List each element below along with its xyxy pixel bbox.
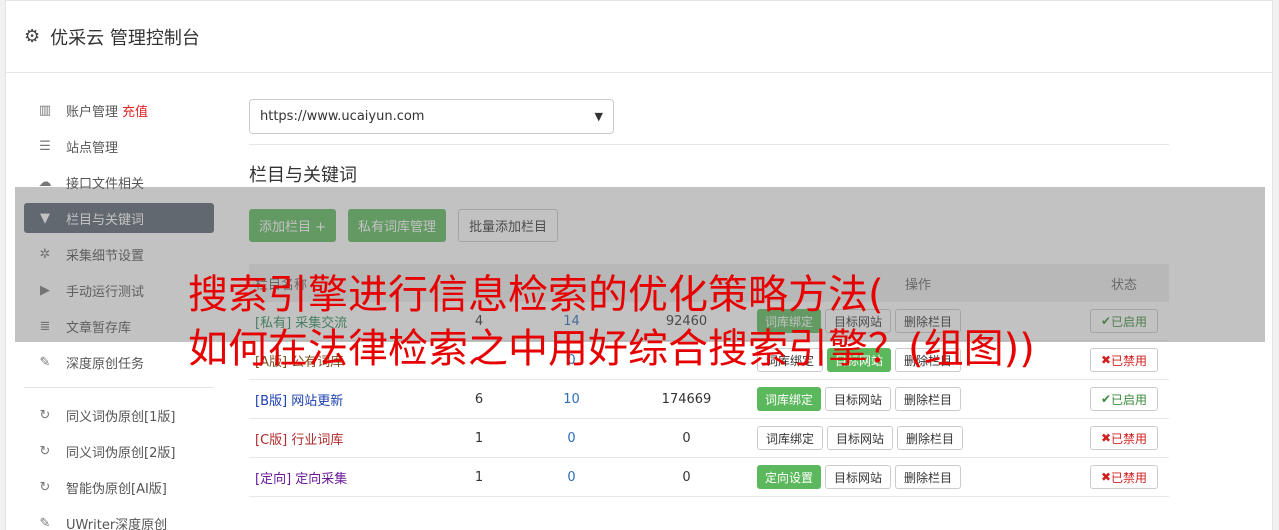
status-cell: ✖ 已禁用 [1079, 465, 1169, 489]
bind-lexicon-button[interactable]: 词库绑定 [757, 426, 824, 450]
gear-icon: ⚙ [24, 26, 41, 47]
column-tag: [定向] [255, 471, 292, 487]
server-icon: ☰ [39, 138, 51, 154]
sidebar-item-sites[interactable]: ☰ 站点管理 [24, 131, 214, 161]
status-toggle[interactable]: ✔ 已启用 [1089, 387, 1159, 411]
row-actions: 词库绑定 目标网站 删除栏目 [749, 426, 1079, 450]
column-tag: [C版] [255, 432, 288, 448]
sidebar-item-account[interactable]: ▥ 账户管理 充值 [24, 95, 214, 125]
overlay-line-1: 搜索引擎进行信息检索的优化策略方法( [188, 272, 884, 318]
chevron-down-icon: ▼ [594, 110, 603, 123]
column-name[interactable]: [定向] 定向采集 [249, 468, 439, 487]
divider [249, 144, 1169, 145]
cell-b[interactable]: 10 [519, 392, 624, 407]
edit-icon: ✎ [39, 515, 51, 530]
column-tag: [B版] [255, 393, 288, 409]
row-actions: 定向设置 目标网站 删除栏目 [749, 465, 1079, 489]
table-row: [B版] 网站更新 6 10 174669 词库绑定 目标网站 删除栏目 ✔ 已… [249, 380, 1169, 419]
delete-column-button[interactable]: 删除栏目 [895, 465, 962, 489]
status-toggle[interactable]: ✖ 已禁用 [1089, 465, 1159, 489]
cell-c: 0 [682, 430, 691, 446]
sidebar-item-label: 深度原创任务 [66, 356, 145, 372]
sidebar-item-label: 同义词伪原创[2版] [66, 445, 176, 461]
status-label: 已禁用 [1111, 470, 1148, 485]
sidebar-item-label: UWriter深度原创 [66, 517, 168, 530]
refresh-icon: ↻ [39, 479, 51, 495]
sidebar-item-uwriter[interactable]: ✎ UWriter深度原创 [24, 508, 214, 530]
column-title: 定向采集 [295, 471, 348, 487]
sidebar-item-synonym-v1[interactable]: ↻ 同义词伪原创[1版] [24, 400, 214, 430]
status-cell: ✖ 已禁用 [1079, 426, 1169, 450]
table-row: [定向] 定向采集 1 0 0 定向设置 目标网站 删除栏目 ✖ 已禁用 [249, 458, 1169, 497]
bind-lexicon-button[interactable]: 词库绑定 [757, 387, 822, 411]
bar-chart-icon: ▥ [38, 102, 52, 118]
sidebar-item-deep-original[interactable]: ✎ 深度原创任务 [24, 347, 214, 377]
header: ⚙ 优采云 管理控制台 [6, 1, 1272, 73]
delete-column-button[interactable]: 删除栏目 [897, 426, 964, 450]
sidebar-item-ai-rewrite[interactable]: ↻ 智能伪原创[AI版] [24, 472, 214, 502]
row-actions: 词库绑定 目标网站 删除栏目 [749, 387, 1079, 411]
sidebar-item-synonym-v2[interactable]: ↻ 同义词伪原创[2版] [24, 436, 214, 466]
column-title: 网站更新 [291, 393, 344, 409]
target-site-button[interactable]: 目标网站 [827, 426, 894, 450]
target-site-button[interactable]: 目标网站 [825, 465, 892, 489]
refresh-icon: ↻ [39, 407, 51, 423]
site-select[interactable]: https://www.ucaiyun.com ▼ [249, 99, 614, 134]
table-row: [C版] 行业词库 1 0 0 词库绑定 目标网站 删除栏目 ✖ 已禁用 [249, 419, 1169, 458]
status-toggle[interactable]: ✖ 已禁用 [1089, 426, 1159, 450]
directed-settings-button[interactable]: 定向设置 [757, 465, 822, 489]
refresh-icon: ↻ [39, 443, 51, 459]
cell-b[interactable]: 0 [519, 470, 624, 485]
overlay-line-2: 如何在法律检索之中用好综合搜索引擎？(组图)) [188, 326, 1035, 372]
section-title: 栏目与关键词 [249, 165, 357, 186]
cell-c: 0 [682, 469, 691, 485]
site-select-value: https://www.ucaiyun.com [260, 109, 425, 124]
edit-icon: ✎ [39, 354, 51, 370]
recharge-link[interactable]: 充值 [122, 101, 148, 120]
cell-c: 174669 [661, 391, 712, 407]
sidebar-divider [24, 387, 214, 388]
cell-a: 1 [474, 430, 484, 446]
cell-b[interactable]: 0 [519, 431, 624, 446]
target-site-button[interactable]: 目标网站 [825, 387, 892, 411]
status-cell: ✔ 已启用 [1079, 387, 1169, 411]
sidebar-item-label: 站点管理 [66, 140, 119, 156]
status-label: 已启用 [1111, 392, 1148, 407]
overlay-headline: 搜索引擎进行信息检索的优化策略方法( 如何在法律检索之中用好综合搜索引擎？(组图… [188, 268, 1188, 376]
column-name[interactable]: [B版] 网站更新 [249, 390, 439, 409]
sidebar-item-label: 账户管理 [66, 104, 119, 120]
cell-a: 6 [474, 391, 484, 407]
delete-column-button[interactable]: 删除栏目 [895, 387, 962, 411]
cell-a: 1 [474, 469, 484, 485]
column-name[interactable]: [C版] 行业词库 [249, 429, 439, 448]
sidebar-item-label: 同义词伪原创[1版] [66, 409, 176, 425]
status-label: 已禁用 [1111, 431, 1148, 446]
sidebar-item-label: 智能伪原创[AI版] [66, 481, 167, 497]
page-title: 优采云 管理控制台 [50, 27, 200, 49]
column-title: 行业词库 [291, 432, 344, 448]
